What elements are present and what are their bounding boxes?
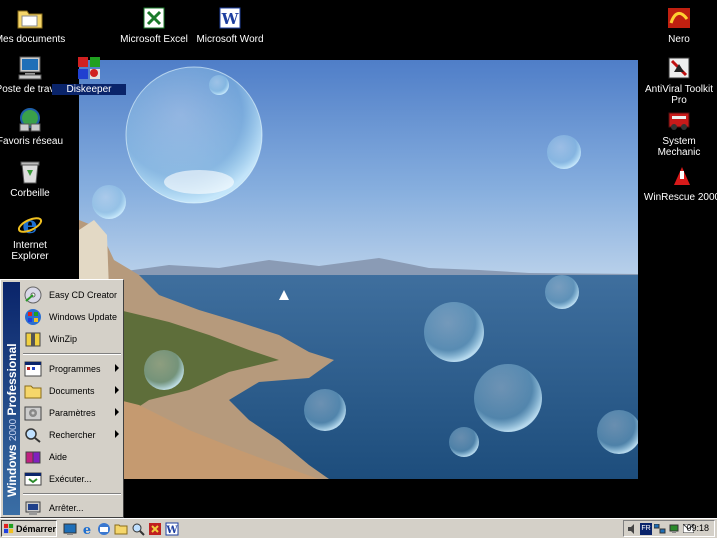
submenu-arrow-icon — [115, 408, 119, 416]
desktop-icon-label: Corbeille — [10, 188, 50, 199]
menu-item-label: WinZip — [49, 334, 78, 344]
explorer-icon[interactable] — [113, 521, 128, 536]
menu-item-label: Programmes — [49, 364, 101, 374]
search-icon[interactable] — [130, 521, 145, 536]
windows-update-icon — [23, 308, 43, 326]
search-icon — [23, 426, 43, 444]
svg-text:e: e — [82, 523, 90, 536]
banner-edition: Professional — [4, 343, 19, 416]
shutdown-icon — [23, 499, 43, 517]
desktop-icon-nero[interactable]: Nero — [642, 4, 716, 45]
language-indicator[interactable]: FR — [640, 522, 652, 535]
network-icon[interactable] — [654, 523, 666, 535]
menu-item-label: Easy CD Creator — [49, 290, 118, 300]
menu-item-label: Paramètres — [49, 408, 96, 418]
submenu-arrow-icon — [115, 364, 119, 372]
desktop-icon-label: Internet Explorer — [11, 240, 49, 262]
svg-text:W: W — [165, 525, 178, 536]
start-menu-item-programmes[interactable]: Programmes — [21, 358, 123, 380]
desktop-icon-microsoft-excel[interactable]: Microsoft Excel — [117, 4, 191, 45]
menu-item-label: Windows Update — [49, 312, 118, 322]
start-button-label: Démarrer — [15, 523, 56, 534]
antiviral-icon — [663, 54, 695, 82]
menu-item-label: Rechercher — [49, 430, 96, 440]
ie-icon[interactable]: e — [79, 521, 94, 536]
excel-icon — [138, 4, 170, 32]
desktop-icon-label: Microsoft Excel — [120, 34, 188, 45]
start-button[interactable]: Démarrer — [1, 520, 57, 537]
desktop-icon-label: System Mechanic — [657, 136, 701, 158]
svg-text:W: W — [221, 10, 240, 28]
programs-icon — [23, 360, 43, 378]
settings-icon — [23, 404, 43, 422]
winrescue-icon — [666, 162, 698, 190]
system-mechanic-icon — [663, 106, 695, 134]
taskbar: Démarrer e W FR 09:18 — [0, 518, 717, 538]
system-tray: FR 09:18 — [623, 520, 715, 537]
desktop-icon-label: WinRescue 2000 — [643, 192, 717, 203]
cd-creator-icon — [23, 286, 43, 304]
monitor-icon[interactable] — [668, 523, 680, 535]
word-icon[interactable]: W — [164, 521, 179, 536]
desktop-icon-antiviral-toolkit-pro[interactable]: AntiViral Toolkit Pro — [642, 54, 716, 106]
start-menu-item-executer[interactable]: Exécuter... — [21, 468, 123, 490]
run-icon — [23, 470, 43, 488]
media-icon[interactable] — [147, 521, 162, 536]
folder-icon — [14, 4, 46, 32]
menu-item-label: Arrêter... — [49, 503, 84, 513]
banner-version: 2000 — [7, 418, 19, 442]
start-menu-separator — [23, 493, 121, 495]
start-menu-item-winzip[interactable]: WinZip — [21, 328, 123, 350]
ie-icon: e — [14, 210, 46, 238]
start-menu-item-easy-cd-creator[interactable]: Easy CD Creator — [21, 284, 123, 306]
desktop-icon-label: Favoris réseau — [0, 136, 64, 147]
svg-text:e: e — [22, 211, 37, 237]
word-icon: W — [214, 4, 246, 32]
start-menu-item-documents[interactable]: Documents — [21, 380, 123, 402]
start-menu-banner: Windows 2000 Professional — [3, 282, 20, 515]
recycle-bin-icon — [14, 158, 46, 186]
desktop-icon-corbeille[interactable]: Corbeille — [0, 158, 67, 199]
submenu-arrow-icon — [115, 386, 119, 394]
banner-windows: Windows — [4, 444, 19, 497]
submenu-arrow-icon — [115, 430, 119, 438]
help-icon — [23, 448, 43, 466]
nero-icon — [663, 4, 695, 32]
desktop-icon-mes-documents[interactable]: Mes documents — [0, 4, 67, 45]
network-icon — [14, 106, 46, 134]
start-menu[interactable]: Windows 2000 Professional Easy CD Creato… — [0, 279, 124, 518]
outlook-icon[interactable] — [96, 521, 111, 536]
computer-icon — [14, 54, 46, 82]
start-menu-item-windows-update[interactable]: Windows Update — [21, 306, 123, 328]
desktop-icon-system-mechanic[interactable]: System Mechanic — [642, 106, 716, 158]
desktop-icon-label: AntiViral Toolkit Pro — [645, 84, 713, 106]
desktop-icon-label: Mes documents — [0, 34, 66, 45]
quick-launch: e W — [62, 521, 179, 536]
desktop-icon-label: Microsoft Word — [196, 34, 264, 45]
windows-flag-icon — [4, 523, 14, 534]
start-menu-separator — [23, 353, 121, 355]
menu-item-label: Documents — [49, 386, 95, 396]
start-menu-item-aide[interactable]: Aide — [21, 446, 123, 468]
menu-item-label: Aide — [49, 452, 68, 462]
desktop-icon[interactable] — [62, 521, 77, 536]
start-menu-item-parametres[interactable]: Paramètres — [21, 402, 123, 424]
desktop-icon-label: Diskeeper — [52, 84, 126, 95]
desktop-icon-winrescue-2000[interactable]: WinRescue 2000 — [642, 162, 717, 203]
documents-icon — [23, 382, 43, 400]
desktop-icon-internet-explorer[interactable]: e Internet Explorer — [0, 210, 67, 262]
start-menu-item-rechercher[interactable]: Rechercher — [21, 424, 123, 446]
speaker-icon[interactable] — [626, 523, 638, 535]
diskeeper-icon — [73, 54, 105, 82]
start-menu-item-arreter[interactable]: Arrêter... — [21, 497, 123, 519]
menu-item-label: Exécuter... — [49, 474, 92, 484]
winzip-icon — [23, 330, 43, 348]
clock[interactable]: 09:18 — [686, 523, 709, 533]
desktop-icon-label: Nero — [668, 34, 690, 45]
desktop-icon-diskeeper[interactable]: Diskeeper — [52, 54, 126, 95]
desktop-icon-microsoft-word[interactable]: W Microsoft Word — [193, 4, 267, 45]
wallpaper-image — [79, 60, 638, 479]
desktop-icon-favoris-reseau[interactable]: Favoris réseau — [0, 106, 67, 147]
